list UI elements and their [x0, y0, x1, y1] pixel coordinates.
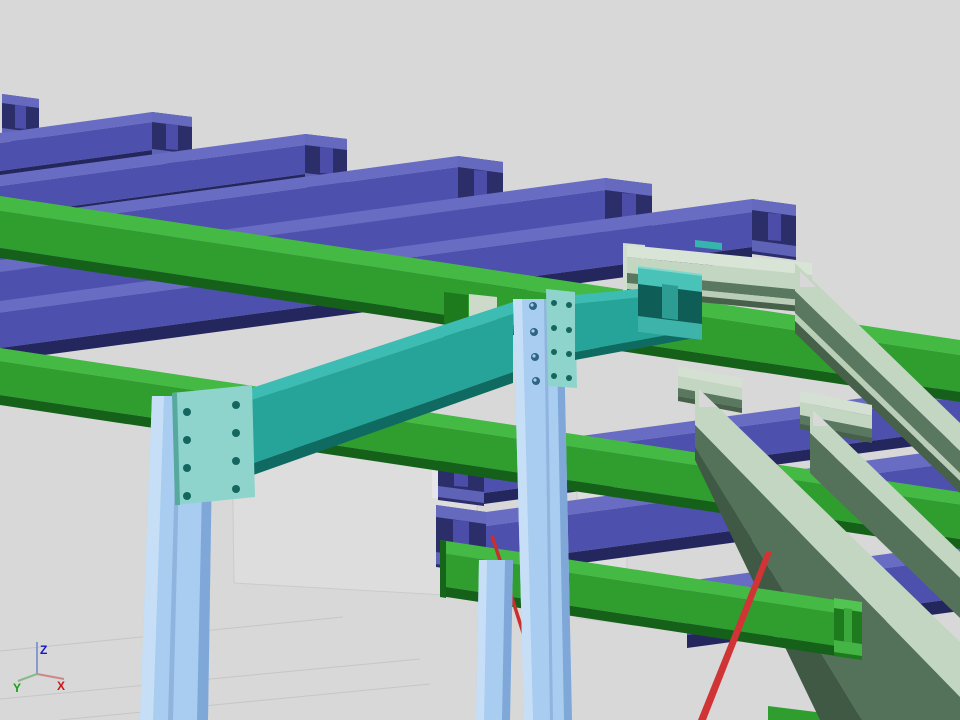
- grid-line-3: [60, 684, 430, 720]
- end-plate-left[interactable]: [172, 385, 255, 505]
- bolt-hole: [232, 457, 240, 465]
- bolt-head-glint: [530, 303, 533, 306]
- teal-beam-end-web[interactable]: [662, 284, 678, 320]
- purlin-1-end-web[interactable]: [15, 105, 26, 129]
- bolt-hole: [551, 373, 557, 379]
- purlin-3-end-web[interactable]: [320, 147, 333, 174]
- end-plate-middle[interactable]: [546, 289, 577, 388]
- floor-beam-left-cut[interactable]: [440, 540, 446, 598]
- bolt-hole: [183, 408, 191, 416]
- bolt-hole: [566, 351, 572, 357]
- model-view[interactable]: Z X Y: [0, 0, 960, 720]
- bolt-head-glint: [531, 329, 534, 332]
- bolt-hole: [232, 485, 240, 493]
- bolt-hole: [232, 401, 240, 409]
- bolt-head-glint: [532, 354, 535, 357]
- axis-x-label: X: [57, 679, 65, 693]
- bolt-hole: [183, 436, 191, 444]
- bolt-hole: [183, 464, 191, 472]
- bolt-hole: [183, 492, 191, 500]
- axis-y-label: Y: [13, 681, 21, 695]
- bolt-hole: [566, 302, 572, 308]
- axis-y-line[interactable]: [18, 674, 37, 681]
- axis-z-label: Z: [40, 643, 47, 657]
- purlin-6-end-web[interactable]: [768, 213, 781, 241]
- bolt-hole: [551, 349, 557, 355]
- bolt-hole: [551, 325, 557, 331]
- bolt-hole: [566, 375, 572, 381]
- bolt-hole: [232, 429, 240, 437]
- floor-beam-end-web[interactable]: [844, 608, 852, 646]
- purlin-2-end-web[interactable]: [166, 124, 178, 150]
- bolt-hole: [551, 300, 557, 306]
- bolt-head-glint: [533, 378, 536, 381]
- cad-3d-viewport[interactable]: Z X Y: [0, 0, 960, 720]
- bolt-hole: [566, 327, 572, 333]
